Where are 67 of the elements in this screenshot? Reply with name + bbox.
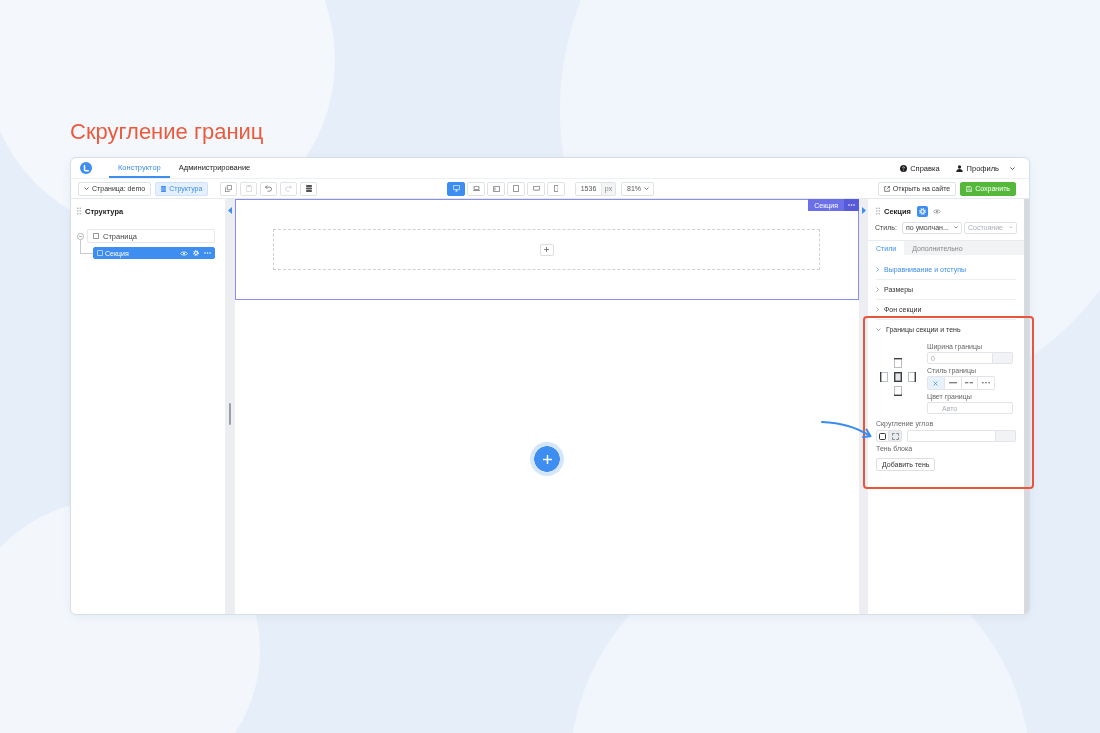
tablet-landscape-icon — [492, 185, 500, 192]
phone-view-button[interactable] — [547, 181, 565, 196]
section-menu-button[interactable] — [844, 199, 859, 211]
user-icon — [955, 164, 963, 172]
phone-landscape-icon — [532, 186, 540, 191]
border-right-icon[interactable] — [908, 372, 916, 382]
chevron-down-icon — [644, 187, 649, 190]
chevron-right-icon — [876, 287, 879, 292]
page-heading: Скругление границ — [70, 119, 264, 145]
border-left-icon[interactable] — [880, 372, 888, 382]
logo-icon — [80, 162, 92, 174]
caret-right-icon[interactable] — [861, 207, 866, 214]
chevron-right-icon — [876, 267, 879, 272]
plus-icon — [542, 454, 552, 464]
drag-handle-icon — [77, 207, 81, 215]
redo-icon — [285, 185, 293, 192]
stack-icon — [161, 185, 167, 192]
minus-circle-icon[interactable] — [77, 232, 84, 240]
border-top-icon[interactable] — [894, 358, 902, 368]
stack-icon — [305, 185, 312, 192]
laptop-icon — [472, 186, 480, 191]
square-icon — [93, 233, 99, 239]
drag-handle-icon — [876, 207, 880, 215]
chevron-down-icon — [84, 187, 89, 190]
save-icon — [966, 185, 973, 192]
scrollbar[interactable] — [1024, 199, 1029, 614]
monitor-icon — [452, 185, 460, 192]
tablet-view-button[interactable] — [507, 181, 525, 196]
plus-icon — [544, 247, 549, 252]
dashed-line-icon — [965, 382, 974, 384]
x-icon — [933, 380, 939, 386]
help-icon — [900, 164, 908, 172]
eye-icon[interactable] — [932, 208, 941, 214]
corners-icon — [891, 432, 899, 440]
splitter-handle[interactable] — [229, 403, 231, 425]
laptop-view-button[interactable] — [467, 181, 485, 196]
external-link-icon — [883, 185, 890, 192]
stack-button[interactable] — [300, 181, 318, 196]
radius-field[interactable] — [907, 430, 996, 442]
tablet-icon — [513, 185, 519, 192]
chevron-right-icon — [876, 307, 879, 312]
chevron-down-icon — [1010, 166, 1015, 170]
radius-mode-button[interactable] — [876, 430, 889, 442]
border-style-option[interactable] — [978, 376, 995, 390]
desktop-view-button[interactable] — [447, 181, 465, 196]
gear-icon[interactable] — [193, 250, 199, 256]
chevron-down-icon — [1009, 226, 1013, 229]
square-icon — [97, 250, 103, 256]
border-style-option[interactable] — [944, 376, 962, 390]
border-all-icon[interactable] — [894, 372, 902, 382]
chevron-down-icon — [954, 226, 958, 229]
add-section-button[interactable] — [530, 442, 564, 476]
copy-icon — [225, 185, 233, 192]
undo-button[interactable] — [260, 181, 278, 196]
dotted-line-icon — [982, 382, 991, 384]
phone-landscape-view-button[interactable] — [527, 181, 545, 196]
chevron-down-icon — [876, 328, 881, 331]
border-bottom-icon[interactable] — [894, 386, 902, 396]
phone-icon — [553, 185, 559, 192]
undo-icon — [265, 185, 273, 192]
add-block-button[interactable] — [539, 243, 554, 256]
solid-line-icon — [948, 382, 957, 384]
copy-button[interactable] — [220, 181, 238, 196]
caret-left-icon[interactable] — [228, 207, 232, 214]
clipboard-icon — [245, 185, 252, 192]
tablet-landscape-view-button[interactable] — [487, 181, 505, 196]
square-icon — [879, 432, 886, 440]
